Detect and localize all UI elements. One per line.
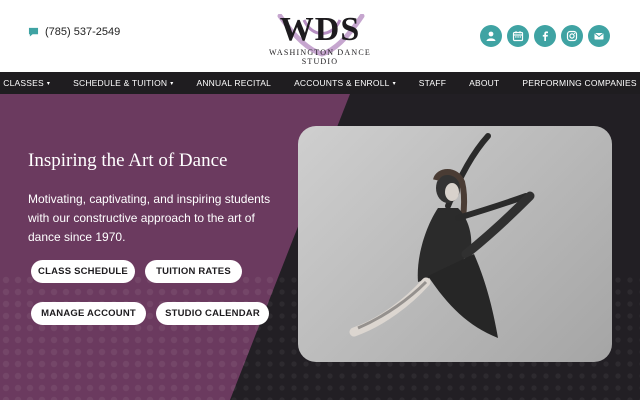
studio-calendar-button[interactable]: STUDIO CALENDAR [156,302,269,325]
email-icon[interactable] [588,25,610,47]
chat-bubble-icon [28,27,39,37]
nav-item-annual-recital[interactable]: ANNUAL RECITAL [185,78,283,88]
nav-item-staff[interactable]: STAFF [407,78,457,88]
nav-item-label: SCHEDULE & TUITION [73,78,168,88]
nav-item-label: ABOUT [469,78,500,88]
dancer-photo [298,126,612,362]
logo-tagline: WASHINGTON DANCE STUDIO [269,48,371,66]
nav-item-label: STAFF [418,78,447,88]
calendar-icon[interactable] [507,25,529,47]
chevron-down-icon: ▾ [392,80,396,87]
facebook-icon[interactable] [534,25,556,47]
user-icon[interactable] [480,25,502,47]
chevron-down-icon: ▾ [170,80,174,87]
site-header: (785) 537-2549 WDS WASHINGTON DANCE STUD… [0,0,640,72]
phone-number[interactable]: (785) 537-2549 [45,26,120,38]
nav-item-schedule-tuition[interactable]: SCHEDULE & TUITION ▾ [62,78,185,88]
nav-item-label: ANNUAL RECITAL [196,78,272,88]
nav-item-accounts-enroll[interactable]: ACCOUNTS & ENROLL ▾ [283,78,408,88]
class-schedule-button[interactable]: CLASS SCHEDULE [31,260,135,283]
hero-section: Inspiring the Art of Dance Motivating, c… [0,94,640,400]
phone-contact[interactable]: (785) 537-2549 [28,26,120,38]
site-logo[interactable]: WDS WASHINGTON DANCE STUDIO [252,10,388,66]
manage-account-button[interactable]: MANAGE ACCOUNT [31,302,146,325]
nav-item-label: CLASSES [3,78,44,88]
tuition-rates-button[interactable]: TUITION RATES [145,260,242,283]
logo-letters: WDS [279,11,361,48]
chevron-down-icon: ▾ [46,80,51,87]
instagram-icon[interactable] [561,25,583,47]
nav-item-classes[interactable]: CLASSES ▾ [0,78,62,88]
nav-item-label: ACCOUNTS & ENROLL [294,78,390,88]
social-links [480,25,610,47]
nav-item-label: PERFORMING COMPANIES [522,78,637,88]
nav-item-performing-companies[interactable]: PERFORMING COMPANIES [511,78,640,88]
hero-subtext: Motivating, captivating, and inspiring s… [28,192,271,244]
hero-headline: Inspiring the Art of Dance [28,150,228,171]
nav-item-about[interactable]: ABOUT [458,78,511,88]
main-nav: CLASSES ▾ SCHEDULE & TUITION ▾ ANNUAL RECITA… [0,72,640,94]
dancer-silhouette [349,133,535,338]
